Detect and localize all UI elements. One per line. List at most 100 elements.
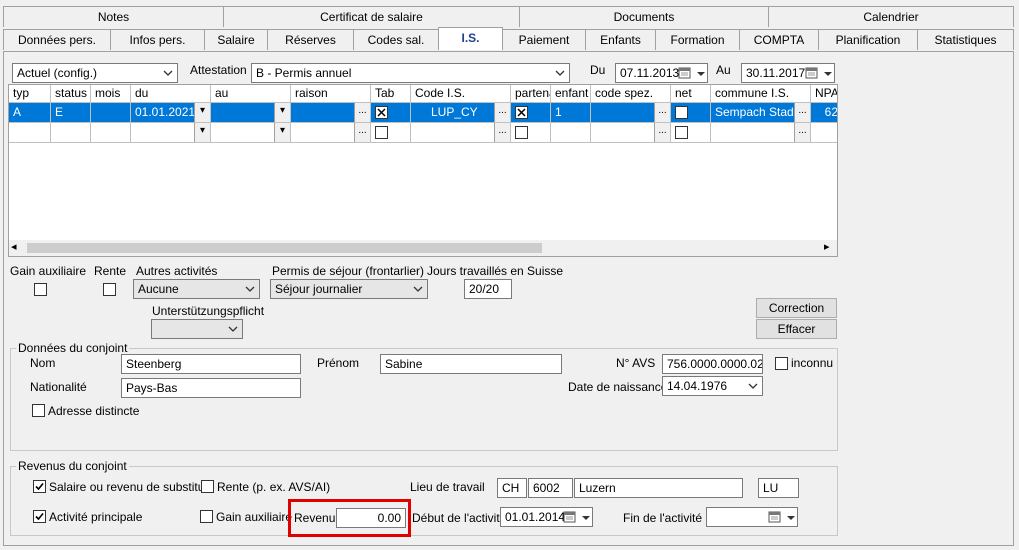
ellipsis-button[interactable]: ... <box>354 103 370 122</box>
cell-commune-is[interactable]: Sempach Stadt ... <box>711 103 811 123</box>
dropdown-arrow-icon[interactable]: ▾ <box>274 123 290 142</box>
inconnu-checkbox[interactable] <box>775 357 788 370</box>
lieu-ville-input[interactable]: Luzern <box>574 478 743 498</box>
col-code-is[interactable]: Code I.S. <box>411 85 511 103</box>
col-enfant[interactable]: enfant <box>551 85 591 103</box>
net-checkbox[interactable] <box>675 106 688 119</box>
effacer-button[interactable]: Effacer <box>756 319 837 339</box>
tab-notes[interactable]: Notes <box>3 6 224 27</box>
salaire-checkbox[interactable] <box>33 480 46 493</box>
dropdown-arrow-icon[interactable]: ▾ <box>274 103 290 122</box>
chevron-down-icon[interactable] <box>580 510 592 524</box>
debut-activite-input[interactable]: 01.01.2014 <box>500 507 593 527</box>
rente-checkbox[interactable] <box>103 283 116 296</box>
cell-partenaire[interactable] <box>511 103 551 123</box>
prenom-input[interactable]: Sabine <box>380 354 562 374</box>
ellipsis-button[interactable]: ... <box>354 123 370 142</box>
scroll-right-icon[interactable]: ▸ <box>824 240 830 253</box>
col-du[interactable]: du <box>131 85 211 103</box>
cell-npa[interactable]: 62 <box>811 103 837 123</box>
lieu-pays-input[interactable]: CH <box>497 478 527 498</box>
col-net[interactable]: net <box>671 85 711 103</box>
calendar-icon[interactable] <box>562 510 578 524</box>
calendar-icon[interactable] <box>804 66 820 80</box>
ellipsis-button[interactable]: ... <box>654 123 670 142</box>
col-tab[interactable]: Tab <box>371 85 411 103</box>
attestation-select[interactable]: B - Permis annuel <box>251 63 570 83</box>
cell-mois[interactable] <box>91 103 131 123</box>
tab-enfants[interactable]: Enfants <box>585 29 656 50</box>
cell-au[interactable]: ▾ <box>211 103 291 123</box>
scrollbar-thumb[interactable] <box>27 243 542 253</box>
ellipsis-button[interactable]: ... <box>494 103 510 122</box>
dropdown-arrow-icon[interactable]: ▾ <box>194 123 210 142</box>
cell-code-spez[interactable]: ... <box>591 103 671 123</box>
tab-infos-pers[interactable]: Infos pers. <box>110 29 205 50</box>
col-raison[interactable]: raison <box>291 85 371 103</box>
tab-reserves[interactable]: Réserves <box>267 29 354 50</box>
calendar-icon[interactable] <box>767 510 783 524</box>
cell-raison[interactable]: ... <box>291 103 371 123</box>
cell-npa-new[interactable] <box>811 123 837 143</box>
cell-code-spez-new[interactable]: ... <box>591 123 671 143</box>
cell-typ[interactable]: A <box>9 103 51 123</box>
permis-select[interactable]: Séjour journalier <box>270 279 428 299</box>
autres-activites-select[interactable]: Aucune <box>133 279 260 299</box>
cell-net-new[interactable] <box>671 123 711 143</box>
fin-activite-input[interactable] <box>706 507 798 527</box>
cell-enfant-new[interactable] <box>551 123 591 143</box>
tab-certificat-de-salaire[interactable]: Certificat de salaire <box>223 6 520 27</box>
scroll-left-icon[interactable]: ◂ <box>11 240 17 253</box>
jours-input[interactable]: 20/20 <box>464 279 512 299</box>
tab-compta[interactable]: COMPTA <box>739 29 819 50</box>
net-checkbox-new[interactable] <box>675 126 688 139</box>
chevron-down-icon[interactable] <box>822 66 834 80</box>
cell-du[interactable]: 01.01.2021 ▾ <box>131 103 211 123</box>
ellipsis-button[interactable]: ... <box>494 123 510 142</box>
cell-au-new[interactable]: ▾ <box>211 123 291 143</box>
col-status[interactable]: status <box>51 85 91 103</box>
chevron-down-icon[interactable] <box>695 66 707 80</box>
tab-documents[interactable]: Documents <box>519 6 769 27</box>
col-partenaire[interactable]: partenai <box>511 85 551 103</box>
cell-typ-new[interactable] <box>9 123 51 143</box>
tab-is[interactable]: I.S. <box>438 27 503 50</box>
cell-status-new[interactable] <box>51 123 91 143</box>
lieu-canton-input[interactable]: LU <box>758 478 799 498</box>
tab-checkbox[interactable] <box>375 106 388 119</box>
activite-principale-checkbox[interactable] <box>33 510 46 523</box>
tab-codes-sal[interactable]: Codes sal. <box>353 29 439 50</box>
col-au[interactable]: au <box>211 85 291 103</box>
tab-checkbox-new[interactable] <box>375 126 388 139</box>
is-grid[interactable]: typ status mois du au raison Tab Code I.… <box>8 84 838 257</box>
ellipsis-button[interactable]: ... <box>794 123 810 142</box>
avs-input[interactable]: 756.0000.0000.02 <box>662 354 763 374</box>
adresse-distincte-checkbox[interactable] <box>32 404 45 417</box>
rente-avs-checkbox[interactable] <box>201 480 214 493</box>
cell-commune-is-new[interactable]: ... <box>711 123 811 143</box>
nationalite-input[interactable]: Pays-Bas <box>121 378 301 398</box>
tab-calendrier[interactable]: Calendrier <box>768 6 1014 27</box>
col-mois[interactable]: mois <box>91 85 131 103</box>
tab-paiement[interactable]: Paiement <box>502 29 586 50</box>
config-select[interactable]: Actuel (config.) <box>12 63 178 83</box>
correction-button[interactable]: Correction <box>756 298 837 318</box>
cell-status[interactable]: E <box>51 103 91 123</box>
horizontal-scrollbar[interactable]: ◂ ▸ <box>9 240 837 256</box>
cell-partenaire-new[interactable] <box>511 123 551 143</box>
naissance-input[interactable]: 14.04.1976 <box>662 376 763 396</box>
tab-statistiques[interactable]: Statistiques <box>917 29 1014 50</box>
col-code-spez[interactable]: code spez. <box>591 85 671 103</box>
partenaire-checkbox[interactable] <box>515 106 528 119</box>
cell-net[interactable] <box>671 103 711 123</box>
col-typ[interactable]: typ <box>9 85 51 103</box>
nom-input[interactable]: Steenberg <box>121 354 301 374</box>
cell-enfant[interactable]: 1 <box>551 103 591 123</box>
au-date-input[interactable]: 30.11.2017 <box>741 63 835 83</box>
col-npa[interactable]: NPA <box>811 85 837 103</box>
cell-raison-new[interactable]: ... <box>291 123 371 143</box>
tab-planification[interactable]: Planification <box>818 29 918 50</box>
cell-code-is-new[interactable]: ... <box>411 123 511 143</box>
unterstuetzung-select[interactable] <box>151 319 243 339</box>
cell-mois-new[interactable] <box>91 123 131 143</box>
